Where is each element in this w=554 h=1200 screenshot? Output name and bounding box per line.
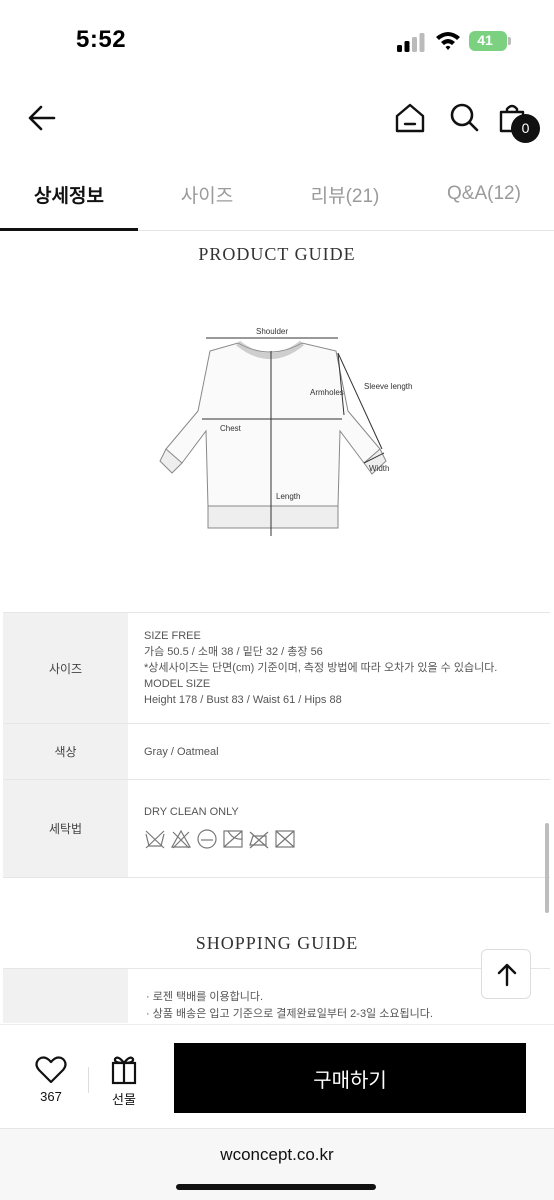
- scroll-to-top-button[interactable]: [481, 949, 531, 999]
- status-bar: 5:52 41: [0, 0, 554, 80]
- detail-tabs: 상세정보 사이즈 리뷰(21) Q&A(12): [0, 158, 554, 231]
- no-tumble-dry-icon: [223, 830, 243, 848]
- action-divider: [88, 1067, 89, 1093]
- status-time: 5:52: [76, 26, 127, 53]
- diagram-label-chest: Chest: [220, 424, 242, 433]
- battery-tip: [508, 37, 511, 45]
- gift-icon: [111, 1056, 137, 1085]
- search-icon[interactable]: [449, 102, 479, 132]
- info-value-wash: DRY CLEAN ONLY: [128, 780, 550, 877]
- sweater-hem: [207, 505, 339, 529]
- home-icon[interactable]: [394, 102, 426, 134]
- size-line: Height 178 / Bust 83 / Waist 61 / Hips 8…: [144, 694, 342, 706]
- diagram-label-width: Width: [369, 464, 389, 473]
- sweater-body: [165, 342, 381, 507]
- battery-icon: 41: [469, 31, 507, 51]
- info-label-wash: 세탁법: [3, 780, 128, 877]
- like-count: 367: [40, 1089, 62, 1104]
- gift-label: 선물: [112, 1092, 136, 1107]
- arrow-left-icon[interactable]: [26, 102, 58, 134]
- no-wring-icon: [275, 830, 295, 848]
- no-bleach-icon: [170, 829, 192, 849]
- wash-instruction: DRY CLEAN ONLY: [144, 806, 239, 818]
- arrow-up-icon: [497, 963, 517, 987]
- tab-details[interactable]: 상세정보: [0, 158, 138, 231]
- tab-size[interactable]: 사이즈: [138, 158, 276, 230]
- buy-button[interactable]: 구매하기: [174, 1043, 526, 1113]
- diagram-label-length: Length: [276, 492, 300, 501]
- diagram-label-shoulder: Shoulder: [256, 327, 288, 336]
- wifi-icon: [436, 32, 460, 50]
- gift-button[interactable]: 선물: [101, 1055, 147, 1107]
- tab-qna[interactable]: Q&A(12): [414, 158, 554, 230]
- url-text[interactable]: wconcept.co.kr: [0, 1145, 554, 1165]
- purchase-action-bar: 367 선물 구매하기: [0, 1024, 554, 1128]
- home-indicator: [176, 1184, 376, 1190]
- page-scrollbar[interactable]: [545, 823, 549, 913]
- product-info-table: 사이즈 SIZE FREE 가슴 50.5 / 소매 38 / 밑단 32 / …: [3, 612, 550, 878]
- info-value-color: Gray / Oatmeal: [144, 745, 219, 758]
- no-wash-icon: [145, 830, 165, 849]
- size-line: *상세사이즈는 단면(cm) 기준이며, 측정 방법에 따라 오차가 있을 수 …: [144, 662, 498, 674]
- shopping-guide-title: SHOPPING GUIDE: [195, 933, 359, 953]
- shopping-guide-label: [3, 969, 128, 1023]
- product-detail-content: PRODUCT GUIDE Shoulder Armholes Sleeve l…: [0, 231, 554, 1023]
- cart-count-badge: 0: [511, 114, 540, 143]
- size-line: SIZE FREE: [144, 630, 201, 642]
- info-label-size: 사이즈: [3, 613, 128, 723]
- info-value-size: SIZE FREE 가슴 50.5 / 소매 38 / 밑단 32 / 총장 5…: [128, 613, 550, 723]
- size-line: 가슴 50.5 / 소매 38 / 밑단 32 / 총장 56: [144, 646, 323, 658]
- info-label-color: 색상: [3, 724, 128, 779]
- no-iron-icon: [249, 831, 269, 849]
- heart-icon: [35, 1056, 67, 1084]
- like-button[interactable]: 367: [26, 1055, 76, 1107]
- browser-url-bar[interactable]: wconcept.co.kr: [0, 1128, 554, 1200]
- dry-clean-icon: [197, 829, 217, 849]
- diagram-label-sleeve-length: Sleeve length: [364, 382, 412, 391]
- info-row-color: 색상 Gray / Oatmeal: [3, 724, 550, 780]
- tab-reviews[interactable]: 리뷰(21): [276, 158, 414, 230]
- shipping-line: · 상품 배송은 입고 기준으로 결제완료일부터 2-3일 소요됩니다.: [146, 1008, 433, 1020]
- size-line: MODEL SIZE: [144, 678, 211, 690]
- shopping-guide-table: · 로젠 택배를 이용합니다. · 상품 배송은 입고 기준으로 결제완료일부터…: [3, 968, 550, 1023]
- product-guide-title: PRODUCT GUIDE: [198, 244, 356, 264]
- info-row-size: 사이즈 SIZE FREE 가슴 50.5 / 소매 38 / 밑단 32 / …: [3, 613, 550, 724]
- cellular-signal-icon: [397, 33, 425, 52]
- diagram-label-armholes: Armholes: [310, 388, 344, 397]
- product-measurement-diagram: Shoulder Armholes Sleeve length Chest Wi…: [159, 327, 412, 536]
- battery-level: 41: [477, 32, 493, 48]
- wash-icons: [144, 828, 550, 850]
- info-row-wash: 세탁법 DRY CLEAN ONLY: [3, 780, 550, 878]
- app-header: [0, 92, 554, 152]
